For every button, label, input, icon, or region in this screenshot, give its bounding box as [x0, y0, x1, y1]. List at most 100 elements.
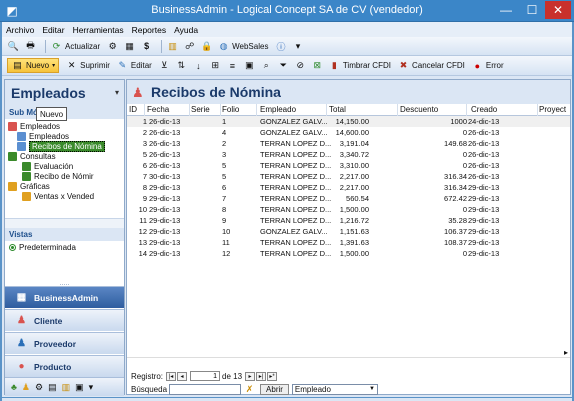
tree-node-ventas-vendedor[interactable]: Ventas x Vended: [22, 191, 94, 201]
user-icon[interactable]: ♟: [22, 382, 30, 393]
toolbar-overflow-icon[interactable]: ▾: [291, 40, 304, 53]
separator: [537, 104, 538, 116]
actualizar-button[interactable]: ⟳ Actualizar: [50, 40, 100, 53]
table-row[interactable]: 3 26-dic-13 2 TERRAN LOPEZ D... 3,191.04 149.…: [127, 138, 570, 149]
nav-proveedor[interactable]: ♟ Proveedor: [5, 332, 124, 354]
col-id[interactable]: ID: [129, 105, 137, 114]
menu-editar[interactable]: Editar: [42, 25, 64, 35]
table-row[interactable]: 9 29-dic-13 7 TERRAN LOPEZ D... 560.54 672.42…: [127, 193, 570, 204]
col-empleado[interactable]: Empleado: [260, 105, 296, 114]
col-fecha[interactable]: Fecha: [147, 105, 169, 114]
tree-node-label: Evaluación: [34, 161, 74, 171]
separator: [397, 104, 398, 116]
previous-record-button[interactable]: ◂: [177, 371, 188, 381]
websales-button[interactable]: ◍ WebSales: [217, 40, 269, 53]
close-button[interactable]: ✕: [545, 1, 571, 19]
table-row[interactable]: 7 30-dic-13 5 TERRAN LOPEZ D... 2,217.00 316.…: [127, 171, 570, 182]
find-icon[interactable]: ⌕: [260, 59, 273, 72]
clear-filter-icon[interactable]: ⊘: [294, 59, 307, 72]
employees-icon[interactable]: ♣: [11, 382, 17, 392]
calendar-icon[interactable]: ▣: [243, 59, 256, 72]
col-proyecto[interactable]: Proyect: [539, 105, 566, 114]
col-descuento[interactable]: Descuento: [400, 105, 438, 114]
last-record-button[interactable]: ▸|: [256, 371, 267, 381]
vista-predeterminada[interactable]: Predeterminada: [9, 243, 76, 252]
maximize-button[interactable]: ☐: [519, 1, 545, 19]
error-button[interactable]: ● Error: [471, 59, 504, 72]
tree-node-empleados[interactable]: Empleados: [17, 131, 69, 141]
tree-node-consultas[interactable]: Consultas: [8, 151, 56, 161]
sort-icon[interactable]: ⇅: [175, 59, 188, 72]
nav-businessadmin[interactable]: ▦ BusinessAdmin: [5, 286, 124, 308]
cell-creado: 26-dic-13: [468, 161, 500, 170]
col-folio[interactable]: Folio: [222, 105, 239, 114]
users-icon[interactable]: ☍: [183, 40, 196, 53]
col-total[interactable]: Total: [329, 105, 346, 114]
tree-node-empleados-root[interactable]: Empleados: [8, 121, 60, 131]
tree-node-graficas[interactable]: Gráficas: [8, 181, 50, 191]
col-creado[interactable]: Creado: [471, 105, 497, 114]
table-row[interactable]: 5 26-dic-13 3 TERRAN LOPEZ D... 3,340.72 0 26-…: [127, 149, 570, 160]
calculator-icon[interactable]: ▦: [123, 40, 136, 53]
print-icon[interactable]: 🖶: [24, 40, 37, 53]
menu-archivo[interactable]: Archivo: [6, 25, 34, 35]
grid-horizontal-scrollbar[interactable]: [127, 357, 570, 366]
funnel-icon[interactable]: ⏷: [277, 59, 290, 72]
table-row[interactable]: 13 29-dic-13 11 TERRAN LOPEZ D... 1,391.63 10…: [127, 237, 570, 248]
more-icon[interactable]: ▾: [89, 382, 94, 393]
nav-producto[interactable]: ● Producto: [5, 355, 124, 377]
table-row[interactable]: 8 29-dic-13 6 TERRAN LOPEZ D... 2,217.00 316.…: [127, 182, 570, 193]
timbrar-cfdi-button[interactable]: ▮ Timbrar CFDI: [328, 59, 391, 72]
group-icon[interactable]: ≡: [226, 59, 239, 72]
table-row[interactable]: 14 29-dic-13 12 TERRAN LOPEZ D... 1,500.00 0 2…: [127, 248, 570, 259]
chart-icon[interactable]: ▥: [62, 382, 71, 393]
tree-node-recibos-nomina[interactable]: Recibos de Nómina: [17, 140, 105, 152]
panel-menu-icon[interactable]: ▾: [115, 88, 119, 97]
menu-herramientas[interactable]: Herramientas: [73, 25, 124, 35]
cell-folio: 9: [222, 216, 227, 225]
abrir-button[interactable]: Abrir: [260, 383, 289, 395]
new-record-nav-button[interactable]: ▸*: [267, 371, 278, 381]
search-field-combo[interactable]: Empleado ▼: [291, 383, 378, 395]
editar-button[interactable]: ✎ Editar: [116, 59, 152, 72]
table-row[interactable]: 6 26-dic-13 5 TERRAN LOPEZ D... 3,310.00 0 26-…: [127, 160, 570, 171]
clear-search-icon[interactable]: ✗: [243, 383, 256, 396]
filter-icon[interactable]: ⊻: [158, 59, 171, 72]
menu-reportes[interactable]: Reportes: [132, 25, 167, 35]
dollar-icon[interactable]: $: [140, 40, 153, 53]
nav-cliente[interactable]: ♟ Cliente: [5, 309, 124, 331]
info-icon[interactable]: ⓘ: [274, 40, 287, 53]
excel-icon[interactable]: ⊠: [311, 59, 324, 72]
lock-icon[interactable]: 🔒: [200, 40, 213, 53]
cell-total: 1,216.72: [339, 216, 369, 225]
first-record-button[interactable]: |◂: [166, 371, 177, 381]
tools-icon[interactable]: ⚙: [35, 382, 43, 393]
sort-az-icon[interactable]: ↓: [192, 59, 205, 72]
scroll-right-icon[interactable]: ▸: [564, 348, 570, 357]
suprimir-button[interactable]: ✕ Suprimir: [65, 59, 110, 72]
tree-horizontal-scrollbar[interactable]: [5, 218, 124, 228]
col-serie[interactable]: Serie: [191, 105, 210, 114]
chart-icon[interactable]: ▥: [166, 40, 179, 53]
menu-ayuda[interactable]: Ayuda: [174, 25, 198, 35]
table-row[interactable]: 1 26-dic-13 1 GONZALEZ GALV... 14,150.00 1000…: [127, 116, 570, 127]
separator: [256, 104, 257, 116]
report-icon[interactable]: ▤: [48, 382, 57, 393]
tree-node-evaluacion[interactable]: Evaluación: [22, 161, 73, 171]
cell-descuento: 316.34: [444, 172, 467, 181]
search-input[interactable]: [169, 383, 242, 395]
export-icon[interactable]: ▣: [75, 382, 84, 393]
next-record-button[interactable]: ▸: [245, 371, 256, 381]
minimize-button[interactable]: —: [493, 1, 519, 19]
cancelar-cfdi-button[interactable]: ✖ Cancelar CFDI: [397, 59, 465, 72]
tree-node-recibo-nomina-query[interactable]: Recibo de Nómir: [22, 171, 94, 181]
record-number-input[interactable]: [190, 371, 221, 381]
expand-icon[interactable]: ⊞: [209, 59, 222, 72]
table-row[interactable]: 11 29-dic-13 9 TERRAN LOPEZ D... 1,216.72 35.…: [127, 215, 570, 226]
table-row[interactable]: 12 29-dic-13 10 GONZALEZ GALV... 1,151.63 106…: [127, 226, 570, 237]
nuevo-button[interactable]: ▤ Nuevo ▾: [7, 58, 60, 73]
tools-icon[interactable]: ⚙: [106, 40, 119, 53]
table-row[interactable]: 10 29-dic-13 8 TERRAN LOPEZ D... 1,500.00 0 29…: [127, 204, 570, 215]
print-preview-icon[interactable]: 🔍: [7, 40, 20, 53]
table-row[interactable]: 2 26-dic-13 4 GONZALEZ GALV... 14,600.00 0 26-…: [127, 127, 570, 138]
